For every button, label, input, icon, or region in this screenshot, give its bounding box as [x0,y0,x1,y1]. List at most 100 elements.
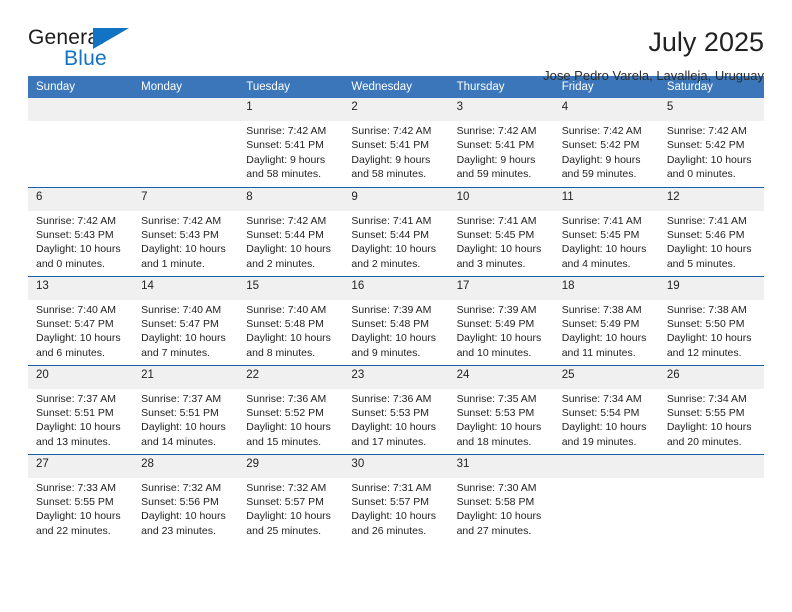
brand-logo[interactable]: General Blue [28,26,168,74]
daylight-text-line2: and 15 minutes. [246,435,321,448]
daylight-text-line2: and 27 minutes. [456,524,532,537]
day-details: Sunrise: 7:41 AM Sunset: 5:45 PM Daylight:… [449,211,554,272]
day-number: 19 [658,276,764,300]
sunrise-text: Sunrise: 7:35 AM [456,392,537,405]
daylight-text-line2: and 0 minutes. [36,257,105,270]
page-header: General Blue July 2025 Jose Pedro Varela… [28,0,764,83]
calendar-day-cell[interactable]: 14 Sunrise: 7:40 AM Sunset: 5:47 PM Dayligh… [133,275,239,365]
day-number: 3 [448,98,554,121]
daylight-text-line1: Daylight: 10 hours [561,332,647,345]
calendar-day-cell[interactable]: 31 Sunrise: 7:30 AM Sunset: 5:58 PM Dayligh… [448,453,554,543]
calendar-day-cell[interactable]: 11 Sunrise: 7:41 AM Sunset: 5:45 PM Dayligh… [553,186,659,276]
calendar-day-cell[interactable]: 19 Sunrise: 7:38 AM Sunset: 5:50 PM Dayligh… [658,275,764,365]
day-details: Sunrise: 7:40 AM Sunset: 5:47 PM Daylight:… [133,300,238,361]
daylight-text-line1: Daylight: 10 hours [246,510,331,523]
day-details: Sunrise: 7:39 AM Sunset: 5:48 PM Daylight:… [343,300,448,361]
sunrise-text: Sunrise: 7:36 AM [246,392,327,405]
sunrise-text: Sunrise: 7:42 AM [246,214,327,227]
sunset-text: Sunset: 5:57 PM [246,495,324,508]
day-details: Sunrise: 7:39 AM Sunset: 5:49 PM Daylight:… [449,300,554,361]
day-number: 5 [658,98,764,121]
sunrise-text: Sunrise: 7:41 AM [561,214,642,227]
calendar-day-cell[interactable]: 28 Sunrise: 7:32 AM Sunset: 5:56 PM Dayligh… [133,453,239,543]
calendar-day-cell[interactable]: 7 Sunrise: 7:42 AM Sunset: 5:43 PM Daylight… [133,186,239,276]
calendar-day-cell[interactable]: 21 Sunrise: 7:37 AM Sunset: 5:51 PM Dayligh… [133,364,239,454]
daylight-text-line2: and 10 minutes. [456,346,532,359]
daylight-text-line1: Daylight: 10 hours [666,332,752,345]
daylight-text-line1: Daylight: 10 hours [351,332,437,345]
calendar-day-cell[interactable]: 20 Sunrise: 7:37 AM Sunset: 5:51 PM Dayligh… [28,364,134,454]
sunrise-text: Sunrise: 7:42 AM [141,214,222,227]
sunset-text: Sunset: 5:42 PM [561,139,640,152]
daylight-text-line2: and 8 minutes. [246,346,316,359]
calendar-day-cell[interactable]: 8 Sunrise: 7:42 AM Sunset: 5:44 PM Daylight… [238,186,344,276]
sunset-text: Sunset: 5:44 PM [351,228,430,241]
daylight-text-line2: and 59 minutes. [561,168,637,181]
calendar-day-cell[interactable]: 25 Sunrise: 7:34 AM Sunset: 5:54 PM Dayligh… [553,364,659,454]
day-number [28,98,134,121]
sunrise-text: Sunrise: 7:32 AM [141,481,222,494]
sunrise-text: Sunrise: 7:39 AM [456,303,537,316]
day-number: 28 [133,454,239,478]
sunrise-text: Sunrise: 7:42 AM [561,125,642,137]
day-details: Sunrise: 7:41 AM Sunset: 5:45 PM Daylight:… [554,211,659,272]
sunrise-text: Sunrise: 7:33 AM [36,481,116,494]
calendar-day-cell[interactable]: 9 Sunrise: 7:41 AM Sunset: 5:44 PM Daylight… [343,186,449,276]
calendar-day-cell[interactable]: 10 Sunrise: 7:41 AM Sunset: 5:45 PM Dayligh… [448,186,554,276]
day-details: Sunrise: 7:41 AM Sunset: 5:46 PM Daylight:… [659,211,764,272]
calendar-day-cell[interactable]: 3 Sunrise: 7:42 AM Sunset: 5:41 PM Daylight… [448,98,554,187]
daylight-text-line2: and 23 minutes. [141,524,216,537]
calendar-day-cell[interactable]: 27 Sunrise: 7:33 AM Sunset: 5:55 PM Dayligh… [28,453,134,543]
daylight-text-line2: and 59 minutes. [456,168,532,181]
day-number: 7 [133,187,239,211]
calendar-day-cell[interactable]: 5 Sunrise: 7:42 AM Sunset: 5:42 PM Daylight… [658,98,764,187]
sunrise-text: Sunrise: 7:38 AM [666,303,747,316]
sunrise-text: Sunrise: 7:37 AM [141,392,222,405]
day-number: 2 [343,98,449,121]
daylight-text-line1: Daylight: 10 hours [351,243,437,256]
sunset-text: Sunset: 5:47 PM [36,317,114,330]
calendar-day-cell[interactable]: 22 Sunrise: 7:36 AM Sunset: 5:52 PM Dayligh… [238,364,344,454]
calendar-day-cell[interactable]: 13 Sunrise: 7:40 AM Sunset: 5:47 PM Dayligh… [28,275,134,365]
sunset-text: Sunset: 5:49 PM [456,317,535,330]
sunrise-text: Sunrise: 7:41 AM [351,214,432,227]
calendar-day-cell[interactable]: 1 Sunrise: 7:42 AM Sunset: 5:41 PM Daylight… [238,98,344,187]
day-number: 21 [133,365,239,389]
day-number: 27 [28,454,134,478]
sunset-text: Sunset: 5:48 PM [246,317,324,330]
calendar-day-cell[interactable]: 26 Sunrise: 7:34 AM Sunset: 5:55 PM Dayligh… [658,364,764,454]
calendar-day-cell-empty [28,98,134,187]
day-details: Sunrise: 7:38 AM Sunset: 5:50 PM Daylight:… [659,300,764,361]
calendar-day-cell[interactable]: 2 Sunrise: 7:42 AM Sunset: 5:41 PM Daylight… [343,98,449,187]
calendar-day-cell-empty [658,453,764,543]
day-details: Sunrise: 7:42 AM Sunset: 5:41 PM Daylight:… [238,121,343,182]
sunset-text: Sunset: 5:45 PM [456,228,535,241]
daylight-text-line1: Daylight: 10 hours [666,421,752,434]
daylight-text-line1: Daylight: 9 hours [246,153,326,166]
day-number: 1 [238,98,344,121]
calendar-day-cell[interactable]: 15 Sunrise: 7:40 AM Sunset: 5:48 PM Dayligh… [238,275,344,365]
day-details: Sunrise: 7:40 AM Sunset: 5:48 PM Daylight:… [238,300,343,361]
calendar-day-cell[interactable]: 17 Sunrise: 7:39 AM Sunset: 5:49 PM Dayligh… [448,275,554,365]
weekday-header-monday: Monday [133,76,239,98]
calendar-day-cell[interactable]: 4 Sunrise: 7:42 AM Sunset: 5:42 PM Daylight… [553,98,659,187]
daylight-text-line2: and 20 minutes. [666,435,742,448]
calendar-day-cell[interactable]: 24 Sunrise: 7:35 AM Sunset: 5:53 PM Dayligh… [448,364,554,454]
calendar-day-cell[interactable]: 23 Sunrise: 7:36 AM Sunset: 5:53 PM Dayligh… [343,364,449,454]
day-number: 29 [238,454,344,478]
daylight-text-line2: and 14 minutes. [141,435,216,448]
daylight-text-line1: Daylight: 10 hours [36,421,121,434]
calendar-day-cell[interactable]: 30 Sunrise: 7:31 AM Sunset: 5:57 PM Dayligh… [343,453,449,543]
sunrise-text: Sunrise: 7:42 AM [666,125,747,137]
calendar-day-cell[interactable]: 12 Sunrise: 7:41 AM Sunset: 5:46 PM Dayligh… [658,186,764,276]
calendar-day-cell[interactable]: 18 Sunrise: 7:38 AM Sunset: 5:49 PM Dayligh… [553,275,659,365]
calendar-day-cell[interactable]: 29 Sunrise: 7:32 AM Sunset: 5:57 PM Dayligh… [238,453,344,543]
day-number: 25 [553,365,659,389]
sunset-text: Sunset: 5:51 PM [141,406,219,419]
daylight-text-line2: and 6 minutes. [36,346,105,359]
daylight-text-line2: and 2 minutes. [351,257,421,270]
day-details: Sunrise: 7:33 AM Sunset: 5:55 PM Daylight:… [28,478,133,539]
calendar-day-cell[interactable]: 16 Sunrise: 7:39 AM Sunset: 5:48 PM Dayligh… [343,275,449,365]
daylight-text-line2: and 0 minutes. [666,168,736,181]
calendar-day-cell[interactable]: 6 Sunrise: 7:42 AM Sunset: 5:43 PM Daylight… [28,186,134,276]
